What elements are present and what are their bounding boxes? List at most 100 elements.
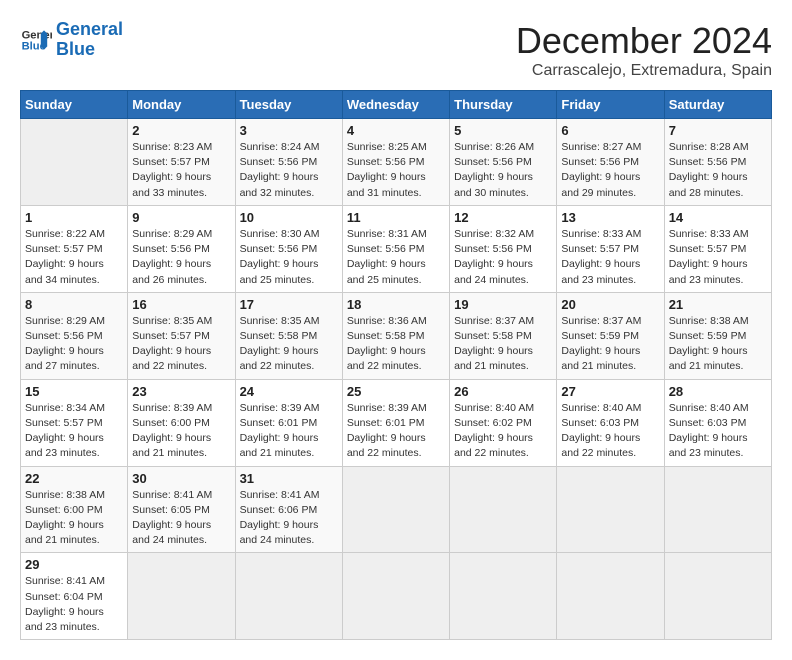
table-row: 3Sunrise: 8:24 AMSunset: 5:56 PMDaylight… bbox=[235, 119, 342, 206]
day-number: 31 bbox=[240, 471, 338, 486]
day-number: 21 bbox=[669, 297, 767, 312]
table-row: 15 Sunrise: 8:34 AMSunset: 5:57 PMDayligh… bbox=[21, 379, 128, 466]
day-number: 17 bbox=[240, 297, 338, 312]
table-row bbox=[342, 466, 449, 553]
day-info: Sunrise: 8:39 AMSunset: 6:01 PMDaylight:… bbox=[240, 401, 338, 462]
table-row: 18Sunrise: 8:36 AMSunset: 5:58 PMDayligh… bbox=[342, 292, 449, 379]
table-row: 12Sunrise: 8:32 AMSunset: 5:56 PMDayligh… bbox=[450, 205, 557, 292]
day-info: Sunrise: 8:30 AMSunset: 5:56 PMDaylight:… bbox=[240, 227, 338, 288]
header-monday: Monday bbox=[128, 91, 235, 119]
table-row: 14 Sunrise: 8:33 AMSunset: 5:57 PMDayligh… bbox=[664, 205, 771, 292]
day-info: Sunrise: 8:37 AMSunset: 5:58 PMDaylight:… bbox=[454, 314, 552, 375]
day-number: 1 bbox=[25, 210, 123, 225]
table-row: 7Sunrise: 8:28 AMSunset: 5:56 PMDaylight… bbox=[664, 119, 771, 206]
calendar-week-row: 15 Sunrise: 8:34 AMSunset: 5:57 PMDayligh… bbox=[21, 379, 772, 466]
header-thursday: Thursday bbox=[450, 91, 557, 119]
day-info: Sunrise: 8:32 AMSunset: 5:56 PMDaylight:… bbox=[454, 227, 552, 288]
table-row bbox=[557, 553, 664, 640]
day-number: 13 bbox=[561, 210, 659, 225]
day-number: 22 bbox=[25, 471, 123, 486]
day-number: 30 bbox=[132, 471, 230, 486]
table-row: 23 Sunrise: 8:39 AMSunset: 6:00 PMDayligh… bbox=[128, 379, 235, 466]
day-info: Sunrise: 8:35 AMSunset: 5:58 PMDaylight:… bbox=[240, 314, 338, 375]
day-number: 2 bbox=[132, 123, 230, 138]
day-info: Sunrise: 8:29 AMSunset: 5:56 PMDaylight:… bbox=[132, 227, 230, 288]
table-row bbox=[450, 553, 557, 640]
day-number: 11 bbox=[347, 210, 445, 225]
table-row: 10Sunrise: 8:30 AMSunset: 5:56 PMDayligh… bbox=[235, 205, 342, 292]
table-row bbox=[664, 553, 771, 640]
table-row: 16Sunrise: 8:35 AMSunset: 5:57 PMDayligh… bbox=[128, 292, 235, 379]
logo: General Blue GeneralBlue bbox=[20, 20, 123, 60]
table-row bbox=[235, 553, 342, 640]
table-row: 8Sunrise: 8:29 AMSunset: 5:56 PMDaylight… bbox=[21, 292, 128, 379]
table-row bbox=[342, 553, 449, 640]
day-info: Sunrise: 8:24 AMSunset: 5:56 PMDaylight:… bbox=[240, 140, 338, 201]
calendar-week-row: 1Sunrise: 8:22 AMSunset: 5:57 PMDaylight… bbox=[21, 205, 772, 292]
location-subtitle: Carrascalejo, Extremadura, Spain bbox=[516, 62, 772, 80]
table-row bbox=[21, 119, 128, 206]
table-row: 21 Sunrise: 8:38 AMSunset: 5:59 PMDayligh… bbox=[664, 292, 771, 379]
table-row: 4Sunrise: 8:25 AMSunset: 5:56 PMDaylight… bbox=[342, 119, 449, 206]
table-row: 6 Sunrise: 8:27 AMSunset: 5:56 PMDaylight… bbox=[557, 119, 664, 206]
day-number: 4 bbox=[347, 123, 445, 138]
table-row: 17 Sunrise: 8:35 AMSunset: 5:58 PMDayligh… bbox=[235, 292, 342, 379]
day-number: 6 bbox=[561, 123, 659, 138]
day-number: 5 bbox=[454, 123, 552, 138]
table-row bbox=[450, 466, 557, 553]
day-info: Sunrise: 8:37 AMSunset: 5:59 PMDaylight:… bbox=[561, 314, 659, 375]
header: General Blue GeneralBlue December 2024 C… bbox=[20, 20, 772, 80]
day-info: Sunrise: 8:33 AMSunset: 5:57 PMDaylight:… bbox=[561, 227, 659, 288]
table-row: 22Sunrise: 8:38 AMSunset: 6:00 PMDayligh… bbox=[21, 466, 128, 553]
calendar-header-row: Sunday Monday Tuesday Wednesday Thursday… bbox=[21, 91, 772, 119]
header-wednesday: Wednesday bbox=[342, 91, 449, 119]
table-row: 31 Sunrise: 8:41 AMSunset: 6:06 PMDayligh… bbox=[235, 466, 342, 553]
table-row: 28 Sunrise: 8:40 AMSunset: 6:03 PMDayligh… bbox=[664, 379, 771, 466]
table-row: 27Sunrise: 8:40 AMSunset: 6:03 PMDayligh… bbox=[557, 379, 664, 466]
day-number: 29 bbox=[25, 557, 123, 572]
table-row: 2Sunrise: 8:23 AMSunset: 5:57 PMDaylight… bbox=[128, 119, 235, 206]
day-info: Sunrise: 8:40 AMSunset: 6:03 PMDaylight:… bbox=[561, 401, 659, 462]
calendar-week-row: 22Sunrise: 8:38 AMSunset: 6:00 PMDayligh… bbox=[21, 466, 772, 553]
table-row: 1Sunrise: 8:22 AMSunset: 5:57 PMDaylight… bbox=[21, 205, 128, 292]
table-row: 20 Sunrise: 8:37 AMSunset: 5:59 PMDayligh… bbox=[557, 292, 664, 379]
day-number: 28 bbox=[669, 384, 767, 399]
header-sunday: Sunday bbox=[21, 91, 128, 119]
day-number: 15 bbox=[25, 384, 123, 399]
table-row bbox=[128, 553, 235, 640]
day-info: Sunrise: 8:34 AMSunset: 5:57 PMDaylight:… bbox=[25, 401, 123, 462]
day-number: 7 bbox=[669, 123, 767, 138]
logo-text: GeneralBlue bbox=[56, 20, 123, 60]
day-number: 24 bbox=[240, 384, 338, 399]
day-info: Sunrise: 8:27 AMSunset: 5:56 PMDaylight:… bbox=[561, 140, 659, 201]
day-info: Sunrise: 8:36 AMSunset: 5:58 PMDaylight:… bbox=[347, 314, 445, 375]
table-row: 9 Sunrise: 8:29 AMSunset: 5:56 PMDaylight… bbox=[128, 205, 235, 292]
day-number: 26 bbox=[454, 384, 552, 399]
logo-icon: General Blue bbox=[20, 24, 52, 56]
day-info: Sunrise: 8:40 AMSunset: 6:03 PMDaylight:… bbox=[669, 401, 767, 462]
day-number: 14 bbox=[669, 210, 767, 225]
calendar-week-row: 8Sunrise: 8:29 AMSunset: 5:56 PMDaylight… bbox=[21, 292, 772, 379]
day-info: Sunrise: 8:41 AMSunset: 6:06 PMDaylight:… bbox=[240, 488, 338, 549]
day-number: 23 bbox=[132, 384, 230, 399]
day-info: Sunrise: 8:41 AMSunset: 6:05 PMDaylight:… bbox=[132, 488, 230, 549]
title-area: December 2024 Carrascalejo, Extremadura,… bbox=[516, 20, 772, 80]
header-friday: Friday bbox=[557, 91, 664, 119]
day-info: Sunrise: 8:33 AMSunset: 5:57 PMDaylight:… bbox=[669, 227, 767, 288]
day-number: 9 bbox=[132, 210, 230, 225]
day-info: Sunrise: 8:40 AMSunset: 6:02 PMDaylight:… bbox=[454, 401, 552, 462]
day-info: Sunrise: 8:39 AMSunset: 6:00 PMDaylight:… bbox=[132, 401, 230, 462]
table-row: 29Sunrise: 8:41 AMSunset: 6:04 PMDayligh… bbox=[21, 553, 128, 640]
day-number: 8 bbox=[25, 297, 123, 312]
header-saturday: Saturday bbox=[664, 91, 771, 119]
table-row: 11Sunrise: 8:31 AMSunset: 5:56 PMDayligh… bbox=[342, 205, 449, 292]
month-title: December 2024 bbox=[516, 20, 772, 62]
table-row bbox=[664, 466, 771, 553]
day-info: Sunrise: 8:35 AMSunset: 5:57 PMDaylight:… bbox=[132, 314, 230, 375]
table-row: 26 Sunrise: 8:40 AMSunset: 6:02 PMDayligh… bbox=[450, 379, 557, 466]
day-info: Sunrise: 8:38 AMSunset: 5:59 PMDaylight:… bbox=[669, 314, 767, 375]
day-number: 19 bbox=[454, 297, 552, 312]
day-number: 25 bbox=[347, 384, 445, 399]
day-number: 20 bbox=[561, 297, 659, 312]
table-row: 24 Sunrise: 8:39 AMSunset: 6:01 PMDayligh… bbox=[235, 379, 342, 466]
